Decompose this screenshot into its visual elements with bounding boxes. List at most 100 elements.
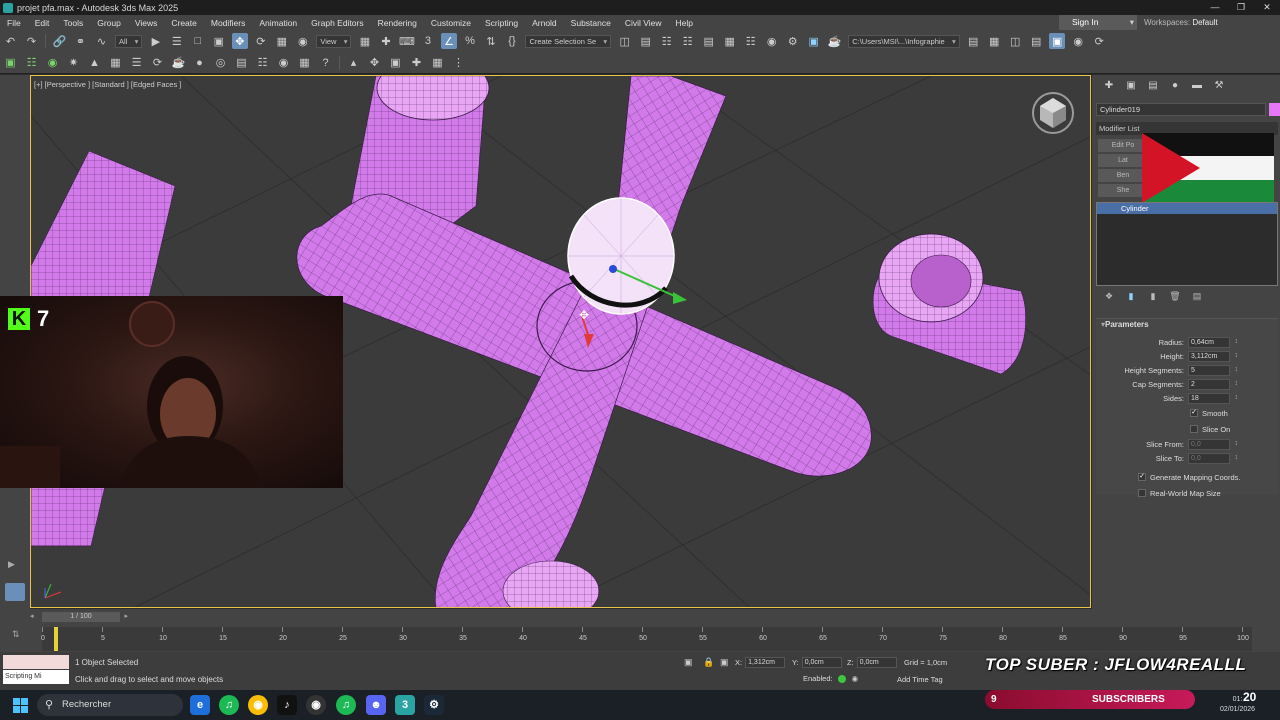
arnold-render-icon[interactable]: ◉ xyxy=(1070,33,1086,49)
real-world-checkbox[interactable] xyxy=(1138,489,1146,497)
timeline-ruler[interactable]: 0 5 10 15 20 25 30 35 40 45 50 55 60 65 70 75 80 85 90 95 10… xyxy=(41,627,1252,651)
frame-icon[interactable]: ▤ xyxy=(234,55,250,71)
motion-tab-icon[interactable]: ● xyxy=(1164,80,1186,91)
transform-icon[interactable]: ▦ xyxy=(430,55,446,71)
object-color-swatch[interactable] xyxy=(1269,103,1280,116)
chrome-icon[interactable]: ◉ xyxy=(248,695,268,715)
sign-in-button[interactable]: Sign In xyxy=(1059,15,1137,30)
undo-icon[interactable]: ↶ xyxy=(3,33,19,49)
timeline-expand-icon[interactable]: ⇅ xyxy=(12,629,20,640)
bind-spacewarp-icon[interactable]: ∿ xyxy=(94,33,110,49)
help-icon[interactable]: ? xyxy=(318,55,334,71)
reference-coordinate-dropdown[interactable]: View xyxy=(316,34,352,48)
schematic-view-icon[interactable]: ☷ xyxy=(743,33,759,49)
render-setup-icon[interactable]: ⚙ xyxy=(785,33,801,49)
menu-graph-editors[interactable]: Graph Editors xyxy=(304,18,370,28)
unlink-icon[interactable]: ⚭ xyxy=(73,33,89,49)
select-object-icon[interactable]: ▶ xyxy=(148,33,164,49)
modifier-button-edit-poly[interactable]: Edit Po xyxy=(1098,139,1148,152)
start-button[interactable] xyxy=(13,698,28,713)
menu-arnold[interactable]: Arnold xyxy=(525,18,564,28)
sync-icon[interactable]: ⟳ xyxy=(1091,33,1107,49)
sphere-icon[interactable]: ● xyxy=(192,55,208,71)
coord-y-field[interactable]: 0,0cm xyxy=(801,657,842,668)
remove-modifier-icon[interactable]: 🗑 xyxy=(1164,291,1186,302)
viewport-nav-arrow-icon[interactable]: ▶ xyxy=(8,559,15,570)
slice-to-spinner[interactable]: 0,0 xyxy=(1188,452,1238,464)
hierarchy-tab-icon[interactable]: ▤ xyxy=(1142,80,1164,91)
sides-spinner[interactable]: 18 xyxy=(1188,392,1238,404)
system-clock[interactable]: 01: 02/01/2026 20 xyxy=(1220,691,1256,715)
named-selection-sets-dropdown[interactable]: Create Selection Se xyxy=(525,34,612,48)
snap-3d-icon[interactable]: ▣ xyxy=(388,55,404,71)
align-icon[interactable]: ▤ xyxy=(638,33,654,49)
stack-item-cylinder[interactable]: Cylinder xyxy=(1097,203,1277,214)
keyboard-shortcut-icon[interactable]: ⌨ xyxy=(399,33,415,49)
coord-z-field[interactable]: 0,0cm xyxy=(856,657,897,668)
select-rotate-icon[interactable]: ⟳ xyxy=(253,33,269,49)
scripting-mini-input[interactable]: Scripting Mi xyxy=(3,670,69,684)
steam-icon[interactable]: ⚙ xyxy=(424,695,444,715)
angle-snap-icon[interactable]: ∠ xyxy=(440,33,457,49)
redo-icon[interactable]: ↷ xyxy=(24,33,40,49)
gen-mapping-row[interactable]: ✓ Generate Mapping Coords. xyxy=(1096,469,1278,485)
maxscript-listener[interactable] xyxy=(3,655,69,669)
radius-spinner[interactable]: 0,64cm xyxy=(1188,336,1238,348)
modify-tab-icon[interactable]: ▣ xyxy=(1120,80,1142,91)
enabled-toggle[interactable] xyxy=(837,674,846,683)
discord-icon[interactable]: ☻ xyxy=(366,695,386,715)
parameters-header[interactable]: Parameters xyxy=(1096,319,1278,331)
minimize-button[interactable]: — xyxy=(1202,0,1228,15)
menu-scripting[interactable]: Scripting xyxy=(478,18,525,28)
menu-tools[interactable]: Tools xyxy=(56,18,90,28)
eye-icon[interactable]: ◉ xyxy=(276,55,292,71)
menu-substance[interactable]: Substance xyxy=(564,18,618,28)
menu-create[interactable]: Create xyxy=(164,18,204,28)
table-icon[interactable]: ▦ xyxy=(297,55,313,71)
menu-rendering[interactable]: Rendering xyxy=(371,18,424,28)
viewport-layout-tab[interactable] xyxy=(5,583,25,601)
slice-from-spinner[interactable]: 0,0 xyxy=(1188,438,1238,450)
box-icon[interactable]: ▦ xyxy=(108,55,124,71)
project-folder-dropdown[interactable]: C:\Users\MSI\...\Infographie xyxy=(848,34,960,48)
list-icon[interactable]: ☰ xyxy=(129,55,145,71)
real-world-row[interactable]: Real-World Map Size xyxy=(1096,485,1278,501)
rendered-frame-window-icon[interactable]: ▣ xyxy=(806,33,822,49)
workspaces-selector[interactable]: Workspaces: Default xyxy=(1144,15,1218,30)
slice-on-checkbox[interactable] xyxy=(1190,425,1198,433)
sun-icon[interactable]: ✷ xyxy=(66,55,82,71)
menu-file[interactable]: File xyxy=(0,18,28,28)
toggle-scene-explorer-icon[interactable]: ☷ xyxy=(659,33,675,49)
toggle-layer-explorer-icon[interactable]: ☷ xyxy=(680,33,696,49)
pivot-center-icon[interactable]: ▦ xyxy=(357,33,373,49)
grid-icon[interactable]: ☷ xyxy=(255,55,271,71)
gen-mapping-checkbox[interactable]: ✓ xyxy=(1138,473,1146,481)
select-by-name-icon[interactable]: ☰ xyxy=(169,33,185,49)
align-pivot-icon[interactable]: ✚ xyxy=(409,55,425,71)
height-segments-spinner[interactable]: 5 xyxy=(1188,364,1238,376)
rect-selection-icon[interactable]: □ xyxy=(190,33,206,49)
teapot-icon[interactable]: ☕ xyxy=(171,55,187,71)
project-icon[interactable]: ▦ xyxy=(986,33,1002,49)
light-icon[interactable]: ◉ xyxy=(45,55,61,71)
time-cursor[interactable] xyxy=(54,627,58,651)
toggle-ribbon-icon[interactable]: ▤ xyxy=(701,33,717,49)
show-end-result-icon[interactable]: ▮ xyxy=(1120,291,1142,302)
fire-icon[interactable]: ▴ xyxy=(346,55,362,71)
spotify-icon[interactable]: ♫ xyxy=(219,695,239,715)
spinner-snap-icon[interactable]: ⇅ xyxy=(483,33,499,49)
tiktok-icon[interactable]: ♪ xyxy=(277,695,297,715)
menu-animation[interactable]: Animation xyxy=(252,18,304,28)
cycle-icon[interactable]: ⟳ xyxy=(150,55,166,71)
modifier-button-lattice[interactable]: Lat xyxy=(1098,154,1148,167)
3dsmax-taskbar-icon[interactable]: 3 xyxy=(395,695,415,715)
select-scale-icon[interactable]: ▦ xyxy=(274,33,290,49)
folder-icon[interactable]: ▤ xyxy=(965,33,981,49)
link-icon[interactable]: 🔗 xyxy=(52,33,68,49)
menu-group[interactable]: Group xyxy=(90,18,128,28)
cap-segments-spinner[interactable]: 2 xyxy=(1188,378,1238,390)
modifier-button-bend[interactable]: Ben xyxy=(1098,169,1148,182)
create-tab-icon[interactable]: ✚ xyxy=(1098,80,1120,91)
configure-sets-icon[interactable]: ▤ xyxy=(1186,291,1208,302)
place-icon[interactable]: ◉ xyxy=(295,33,311,49)
